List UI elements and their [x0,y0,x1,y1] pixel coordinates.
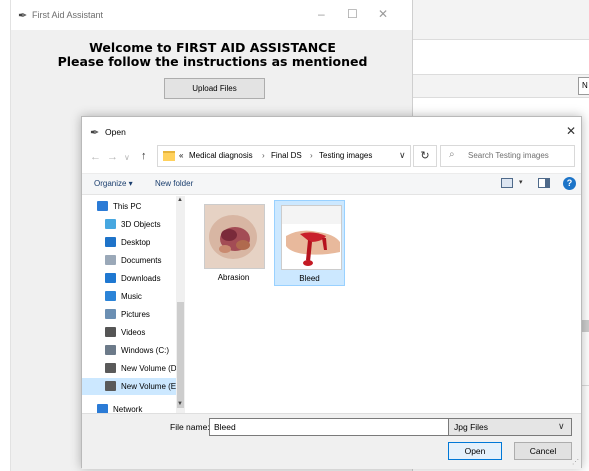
cube-icon [105,219,116,229]
sidebar-item-downloads[interactable]: Downloads [82,270,176,287]
feather-icon: ✒ [90,127,100,139]
background-field-text: N [582,81,588,90]
welcome-heading: Welcome to FIRST AID ASSISTANCE [89,40,336,55]
file-tile-abrasion[interactable]: Abrasion [198,200,269,286]
breadcrumb-final-ds[interactable]: Final DS [271,151,302,160]
upload-files-button[interactable]: Upload Files [164,78,265,99]
sidebar-item-this-pc[interactable]: This PC [82,198,176,215]
chevron-down-icon[interactable]: ▾ [519,178,523,186]
back-arrow-icon[interactable]: ← [90,151,101,163]
search-input[interactable]: ⌕ Search Testing images [440,145,575,167]
close-button[interactable]: ✕ [378,7,388,21]
sidebar-item-label: New Volume (D: [121,364,179,373]
maximize-button[interactable]: ☐ [347,7,358,21]
file-tile-bleed[interactable]: Bleed [274,200,345,286]
document-icon [105,255,116,265]
scroll-down-icon[interactable]: ▼ [177,401,183,407]
pictures-icon [105,309,116,319]
chevron-down-icon[interactable]: ∨ [558,421,565,432]
sidebar-item-label: Videos [121,328,146,337]
breadcrumb-medical-diagnosis[interactable]: Medical diagnosis [189,151,253,160]
sidebar-item-label: Desktop [121,238,151,247]
organize-button[interactable]: Organize ▾ [94,179,133,188]
chevron-right-icon: › [262,151,265,160]
folder-icon [163,151,175,161]
help-icon[interactable]: ? [563,177,576,190]
sidebar-item-videos[interactable]: Videos [82,324,176,341]
music-icon [105,291,116,301]
background-toolbar [413,0,589,40]
sidebar-item-label: Windows (C:) [121,346,170,355]
breadcrumb-testing-images[interactable]: Testing images [319,151,372,160]
cancel-button[interactable]: Cancel [514,442,572,460]
file-name-value: Bleed [214,422,236,432]
network-icon [97,404,108,413]
open-button[interactable]: Open [448,442,502,460]
chevron-right-icon: › [310,151,313,160]
sidebar-item-windows-c[interactable]: Windows (C:) [82,342,176,359]
sidebar-item-label: Pictures [121,310,150,319]
computer-icon [97,201,108,211]
app-title: First Aid Assistant [32,10,104,20]
view-options-icon[interactable] [501,178,513,188]
dialog-close-button[interactable]: ✕ [566,124,576,138]
file-list: Abrasion Bleed [193,196,583,413]
sidebar-item-label: Network [113,405,143,413]
instructions-heading: Please follow the instructions as mentio… [57,54,368,69]
abrasion-thumbnail [204,204,265,269]
navigation-pane[interactable]: This PC 3D Objects Desktop Documents Downloa… [82,196,185,413]
drive-icon [105,363,116,373]
sidebar-item-documents[interactable]: Documents [82,252,176,269]
address-bar[interactable]: « Medical diagnosis › Final DS › Testing… [157,145,411,167]
new-folder-button[interactable]: New folder [155,179,193,188]
sidebar-item-3d-objects[interactable]: 3D Objects [82,216,176,233]
search-placeholder: Search Testing images [468,151,549,160]
resize-grip-icon[interactable]: ⋰ [572,458,579,466]
drive-icon [105,381,116,391]
file-name: Bleed [299,274,320,283]
background-field: N [578,77,589,95]
command-bar: Organize ▾ New folder ▾ ? [82,173,581,195]
feather-icon: ✒ [18,10,28,22]
video-icon [105,327,116,337]
up-arrow-icon[interactable]: ↑ [141,150,147,162]
dialog-footer: File name: Bleed ∨ Jpg Files ∨ Open Canc… [82,413,581,469]
download-icon [105,273,116,283]
preview-pane-icon[interactable] [538,178,550,188]
file-name: Abrasion [217,273,250,282]
background-bar [413,74,589,98]
sidebar-item-new-volume-d[interactable]: New Volume (D: [82,360,179,377]
sidebar-item-label: Documents [121,256,162,265]
search-icon: ⌕ [449,149,455,160]
sidebar-item-music[interactable]: Music [82,288,176,305]
dialog-title: Open [105,127,126,137]
sidebar-item-network[interactable]: Network [82,401,176,413]
scroll-up-icon[interactable]: ▲ [177,197,183,203]
minimize-button[interactable]: – [318,7,325,21]
drive-icon [105,345,116,355]
navigation-scrollbar[interactable]: ▲ ▼ [176,196,185,413]
sidebar-item-label: Music [121,292,142,301]
sidebar-item-label: 3D Objects [121,220,161,229]
open-dialog: ✒ Open ✕ ← → ∨ ↑ « Medical diagnosis › F… [81,116,583,469]
sidebar-item-pictures[interactable]: Pictures [82,306,176,323]
sidebar-item-label: This PC [113,202,142,211]
file-type-select[interactable]: Jpg Files ∨ [448,418,572,436]
sidebar-item-desktop[interactable]: Desktop [82,234,176,251]
sidebar-item-new-volume-e[interactable]: New Volume (E:) [82,378,181,395]
file-name-label: File name: [170,422,210,432]
app-titlebar: ✒ First Aid Assistant – ☐ ✕ [11,0,412,30]
scrollbar-thumb[interactable] [177,302,184,408]
chevron-down-icon[interactable]: ∨ [399,150,406,161]
bleed-thumbnail [281,205,342,270]
forward-arrow-icon[interactable]: → [107,151,118,163]
file-type-value: Jpg Files [454,422,489,432]
breadcrumb-overflow[interactable]: « [179,151,183,160]
refresh-button[interactable]: ↻ [413,145,437,167]
sidebar-item-label: New Volume (E:) [121,382,182,391]
desktop-icon [105,237,116,247]
recent-chevron-icon[interactable]: ∨ [124,153,130,162]
sidebar-item-label: Downloads [121,274,161,283]
